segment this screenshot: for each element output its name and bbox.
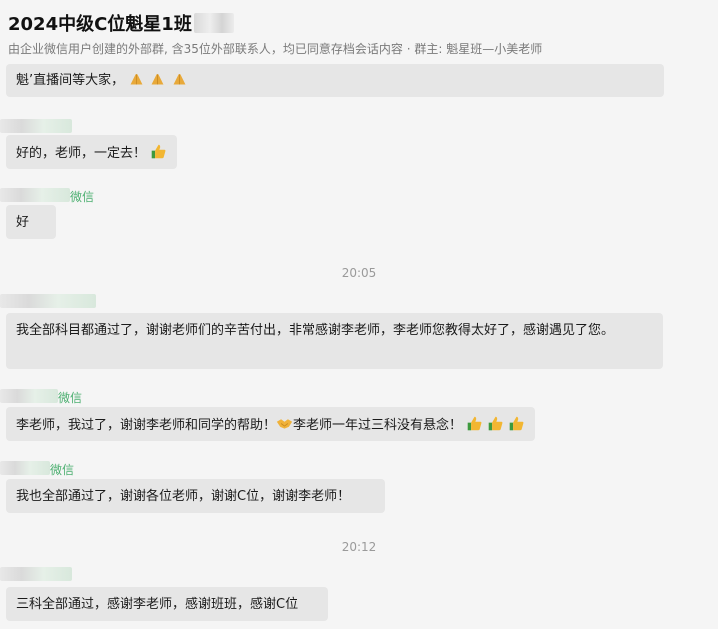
- message-list[interactable]: 魁’直播间等大家， 好的，老师，一定去！ 微信 好 20:05 我全部科目都通过…: [0, 62, 718, 629]
- pray-icon: [130, 74, 143, 85]
- message-bubble[interactable]: 三科全部通过，感谢李老师，感谢班班，感谢C位: [6, 587, 328, 621]
- message-bubble[interactable]: 我全部科目都通过了，谢谢老师们的辛苦付出，非常感谢李老师，李老师您教得太好了，感…: [6, 313, 663, 369]
- message-bubble[interactable]: 魁’直播间等大家，: [6, 64, 664, 97]
- sender-name[interactable]: [0, 567, 72, 581]
- handshake-icon: [276, 419, 293, 429]
- message-bubble[interactable]: 好的，老师，一定去！: [6, 135, 178, 169]
- group-title[interactable]: 2024中级C位魁星1班: [8, 10, 234, 36]
- sender-name[interactable]: 微信: [0, 389, 82, 405]
- timestamp: 20:12: [341, 540, 377, 554]
- group-subtitle: 由企业微信用户创建的外部群, 含35位外部联系人，均已同意存档会话内容 · 群主…: [8, 42, 543, 56]
- thumbs-up-icon: [467, 416, 482, 431]
- redacted-area: [193, 13, 234, 33]
- redacted-sender: [0, 461, 50, 475]
- chat-header: 2024中级C位魁星1班 由企业微信用户创建的外部群, 含35位外部联系人，均已…: [0, 0, 718, 62]
- timestamp: 20:05: [341, 266, 377, 280]
- thumbs-up-icon: [151, 144, 166, 159]
- thumbs-up-icon: [510, 416, 524, 431]
- redacted-sender: [0, 119, 72, 133]
- redacted-sender: [0, 567, 72, 581]
- sender-name[interactable]: 微信: [0, 461, 74, 477]
- redacted-sender: [0, 294, 96, 308]
- message-bubble[interactable]: 李老师，我过了，谢谢李老师和同学的帮助！ 李老师一年过三科没有悬念！: [6, 407, 536, 441]
- redacted-sender: [0, 389, 58, 403]
- redacted-sender: [0, 188, 70, 202]
- message-bubble[interactable]: 好: [6, 205, 56, 239]
- group-title-text: 2024中级C位魁星1班: [8, 14, 192, 35]
- sender-name[interactable]: [0, 294, 96, 308]
- thumbs-up-icon: [489, 416, 503, 431]
- message-bubble[interactable]: 我也全部通过了，谢谢各位老师，谢谢C位，谢谢李老师！: [6, 479, 385, 513]
- sender-name[interactable]: 微信: [0, 188, 94, 204]
- pray-icon: [151, 74, 164, 85]
- sender-name[interactable]: [0, 119, 72, 133]
- pray-icon: [173, 74, 186, 85]
